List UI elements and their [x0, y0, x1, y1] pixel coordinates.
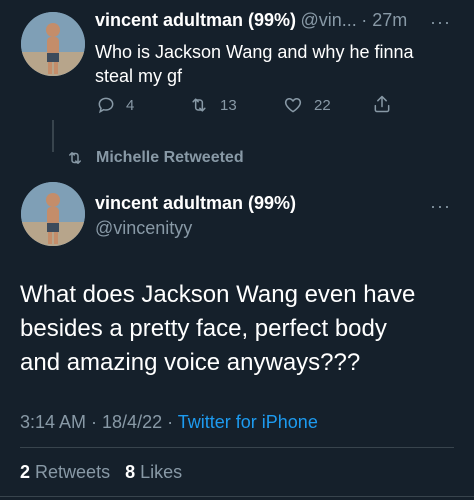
tweet-meta: 3:14 AM · 18/4/22 · Twitter for iPhone [20, 412, 318, 433]
retweet-context-label: Michelle Retweeted [96, 149, 244, 166]
tweet-text-line: What does Jackson Wang even have [20, 281, 416, 308]
retweets-stat[interactable]: 2 Retweets [20, 462, 115, 482]
retweet-context[interactable]: Michelle Retweeted [64, 149, 244, 167]
likes-count: 8 [125, 462, 136, 482]
avatar-main-tweet[interactable] [21, 182, 85, 246]
avatar-image [21, 182, 85, 246]
like-button[interactable]: 22 [282, 95, 331, 115]
display-name[interactable]: vincent adultman (99%) [95, 10, 296, 30]
thread-connector-line [52, 120, 54, 152]
reply-button[interactable]: 4 [96, 95, 134, 115]
handle[interactable]: @vincenityy [95, 218, 192, 239]
like-count: 22 [314, 96, 331, 114]
tweet-text-line: and amazing voice anyways??? [20, 349, 361, 376]
retweet-button[interactable]: 13 [188, 95, 237, 115]
display-name[interactable]: vincent adultman (99%) [95, 193, 296, 214]
main-tweet-text: What does Jackson Wang even have besides… [20, 278, 460, 380]
more-dots-icon[interactable]: ··· [430, 196, 451, 217]
reply-count: 4 [126, 96, 135, 114]
heart-icon [284, 98, 302, 113]
avatar-image [21, 12, 85, 76]
divider [20, 447, 454, 448]
tweet-text-line: steal my gf [95, 66, 183, 86]
timestamp[interactable]: · 27m [361, 10, 407, 30]
likes-stat[interactable]: 8 Likes [125, 462, 182, 482]
likes-label: Likes [140, 462, 183, 482]
first-tweet-text: Who is Jackson Wang and why he finna ste… [95, 40, 455, 88]
retweet-icon [192, 98, 206, 112]
retweets-label: Retweets [35, 462, 111, 482]
handle[interactable]: @vin... [301, 10, 357, 30]
reply-icon [98, 97, 114, 114]
retweets-count: 2 [20, 462, 31, 482]
retweet-icon [69, 152, 81, 164]
tweet-timestamp[interactable]: 3:14 AM · 18/4/22 · [20, 412, 178, 432]
share-button[interactable] [372, 93, 392, 115]
first-tweet-header: vincent adultman (99%) @vin... · 27m [95, 10, 455, 34]
retweet-count: 13 [220, 96, 237, 114]
tweet-text-line: Who is Jackson Wang and why he finna [95, 42, 414, 62]
divider [0, 496, 474, 497]
share-icon [374, 95, 390, 113]
avatar-first-tweet[interactable] [21, 12, 85, 76]
tweet-text-line: besides a pretty face, perfect body [20, 315, 387, 342]
tweet-source-link[interactable]: Twitter for iPhone [178, 412, 318, 432]
more-dots-icon[interactable]: ··· [430, 12, 451, 33]
tweet-stats: 2 Retweets 8 Likes [20, 462, 182, 483]
